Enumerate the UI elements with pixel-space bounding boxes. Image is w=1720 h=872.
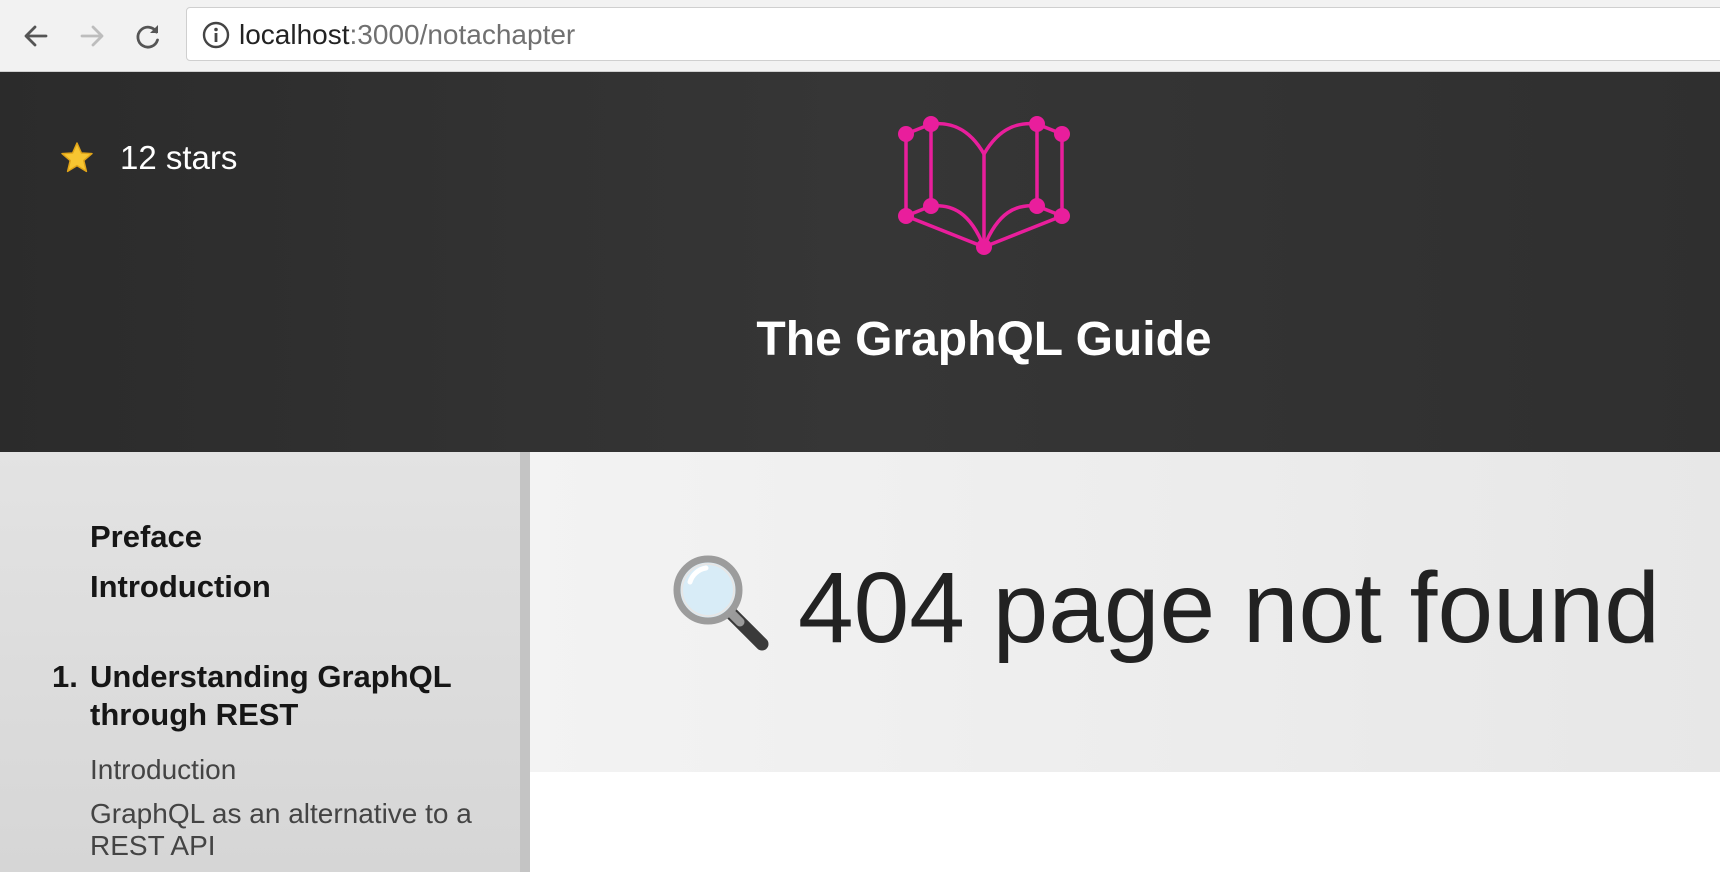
stars-count: 12 stars — [120, 139, 238, 176]
site-header: 12 stars The GraphQL Guide — [0, 72, 1720, 452]
back-button[interactable] — [14, 14, 58, 58]
chapter-title[interactable]: Understanding GraphQL through REST — [90, 658, 490, 734]
graphql-guide-logo[interactable] — [896, 114, 1072, 266]
arrow-left-icon — [24, 25, 48, 47]
not-found-banner: 404 page not found — [530, 452, 1720, 772]
url-text[interactable]: localhost:3000/notachapter — [239, 18, 575, 52]
sidebar-item-introduction[interactable]: Introduction — [90, 568, 271, 606]
url-path: :3000/notachapter — [349, 19, 576, 50]
forward-button[interactable] — [70, 14, 114, 58]
sidebar-item-preface[interactable]: Preface — [90, 518, 202, 556]
not-found-heading: 404 page not found — [798, 552, 1660, 664]
reload-icon — [136, 25, 159, 49]
arrow-right-icon — [80, 25, 104, 47]
site-title[interactable]: The GraphQL Guide — [700, 310, 1268, 370]
star-icon — [61, 142, 93, 173]
github-stars-link[interactable]: 12 stars — [60, 138, 237, 178]
section-link-graphql-alternative[interactable]: GraphQL as an alternative to a REST API — [90, 798, 490, 862]
section-link-introduction[interactable]: Introduction — [90, 754, 490, 786]
magnifying-glass-icon — [673, 555, 769, 651]
main-content: 404 page not found — [530, 452, 1720, 872]
info-icon[interactable] — [201, 20, 231, 50]
chapter-number: 1. — [52, 659, 78, 694]
browser-toolbar: localhost:3000/notachapter — [0, 0, 1720, 72]
address-bar[interactable]: localhost:3000/notachapter — [186, 7, 1720, 61]
reload-button[interactable] — [126, 14, 170, 58]
sidebar-toc: Preface Introduction 1. Understanding Gr… — [0, 452, 530, 872]
url-host: localhost — [239, 19, 350, 50]
